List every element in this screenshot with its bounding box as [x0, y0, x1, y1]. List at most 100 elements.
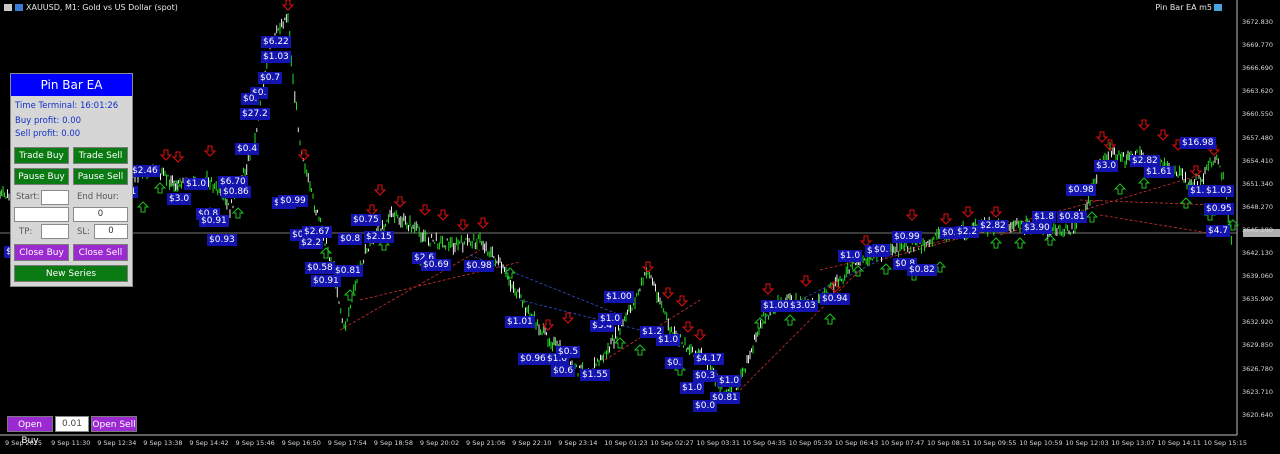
- trade-buy-button[interactable]: Trade Buy: [14, 147, 69, 164]
- time-tick-label: 10 Sep 07:47: [880, 439, 925, 447]
- start-hour-input[interactable]: [41, 190, 69, 205]
- end-hour-label: End Hour:: [77, 192, 120, 202]
- time-tick-label: 9 Sep 2025: [5, 439, 43, 447]
- start-hour-value[interactable]: [14, 207, 69, 222]
- profit-tag: $1.8: [1032, 211, 1057, 223]
- price-tick-label: 3645.190: [1242, 225, 1274, 234]
- time-tick-label: 10 Sep 01:23: [604, 439, 648, 447]
- profit-tag: $0.98: [464, 260, 494, 272]
- profit-tag: $1.0: [680, 382, 705, 394]
- time-tick-label: 10 Sep 15:15: [1203, 439, 1247, 447]
- chart-symbol-title: XAUUSD, M1: Gold vs US Dollar (spot): [26, 3, 178, 12]
- profit-tag: $1.01: [505, 316, 535, 328]
- price-tick-label: 3620.640: [1242, 410, 1274, 419]
- price-tick-label: 3660.550: [1242, 110, 1274, 119]
- time-tick-label: 9 Sep 20:02: [419, 439, 460, 447]
- time-tick-label: 9 Sep 18:58: [373, 439, 414, 447]
- window-title: XAUUSD, M1: Gold vs US Dollar (spot): [4, 3, 178, 12]
- expert-advisor-label[interactable]: Pin Bar EA m5: [1155, 3, 1222, 12]
- profit-tag: $0.7: [258, 72, 283, 84]
- profit-tag: $2.67: [302, 226, 332, 238]
- profit-tag: $1.00: [604, 291, 634, 303]
- buy-profit-label: Buy profit: 0.00: [15, 116, 82, 126]
- tp-label: TP:: [19, 227, 33, 237]
- open-sell-button[interactable]: Open Sell: [91, 416, 137, 432]
- profit-tag: $0.4: [235, 143, 260, 155]
- profit-tag: $2.15: [364, 231, 394, 243]
- panel-header[interactable]: Pin Bar EA: [11, 74, 132, 96]
- ea-panel: Pin Bar EA Time Terminal: 16:01:26 Buy p…: [10, 73, 133, 287]
- open-buy-button[interactable]: Open Buy: [7, 416, 53, 446]
- lot-size-input[interactable]: 0.01: [55, 416, 89, 432]
- profit-tag: $0.6: [551, 365, 576, 377]
- price-tick-label: 3663.620: [1242, 87, 1274, 96]
- time-tick-label: 10 Sep 05:39: [788, 439, 833, 447]
- time-tick-label: 10 Sep 06:43: [834, 439, 879, 447]
- profit-tag: $0.81: [333, 265, 363, 277]
- price-tick-label: 3626.780: [1242, 364, 1274, 373]
- price-tick-label: 3623.710: [1242, 387, 1274, 396]
- time-tick-label: 9 Sep 14:42: [189, 439, 229, 447]
- close-buy-button[interactable]: Close Buy: [14, 244, 69, 261]
- profit-tag: $1.61: [1144, 166, 1174, 178]
- pause-sell-button[interactable]: Pause Sell: [73, 168, 128, 185]
- time-tick-label: 10 Sep 02:27: [650, 439, 694, 447]
- profit-tag: $0.93: [207, 234, 237, 246]
- tp-input[interactable]: [41, 224, 69, 239]
- profit-tag: $0.86: [221, 186, 251, 198]
- profit-tag: $0.81: [1057, 211, 1087, 223]
- time-tick-label: 10 Sep 09:55: [973, 439, 1017, 447]
- profit-tag: $1.03: [261, 51, 291, 63]
- ea-hat-icon: [1214, 4, 1222, 11]
- chart-menu-icon[interactable]: [4, 4, 12, 11]
- price-tick-label: 3669.770: [1242, 41, 1274, 50]
- profit-tag: $6.22: [261, 36, 291, 48]
- time-tick-label: 10 Sep 10:59: [1019, 439, 1063, 447]
- profit-tag: $0.95: [1204, 203, 1234, 215]
- close-sell-button[interactable]: Close Sell: [73, 244, 128, 261]
- price-tick-label: 3635.990: [1242, 295, 1274, 304]
- new-series-button[interactable]: New Series: [14, 265, 128, 282]
- profit-tag: $0.: [872, 244, 891, 256]
- profit-tag: $0.82: [907, 264, 937, 276]
- price-tick-label: 3657.480: [1242, 133, 1274, 142]
- sl-input[interactable]: 0: [94, 224, 128, 239]
- profit-tag: $3.03: [788, 300, 818, 312]
- profit-tag: $0.5: [556, 346, 581, 358]
- trade-sell-button[interactable]: Trade Sell: [73, 147, 128, 164]
- profit-tag: $0.3: [693, 370, 718, 382]
- price-tick-label: 3629.850: [1242, 341, 1274, 350]
- price-tick-label: 3666.690: [1242, 64, 1274, 73]
- profit-tag: $1.55: [580, 369, 610, 381]
- profit-tag: $1.0: [598, 313, 623, 325]
- time-tick-label: 10 Sep 13:07: [1111, 439, 1155, 447]
- price-tick-label: 3639.060: [1242, 272, 1274, 281]
- end-hour-input[interactable]: 0: [73, 207, 128, 222]
- profit-tag: $1.0: [184, 178, 209, 190]
- profit-tag: $2.82: [978, 220, 1008, 232]
- ea-name: Pin Bar EA m5: [1155, 3, 1212, 12]
- profit-tag: $0.: [241, 93, 260, 105]
- pause-buy-button[interactable]: Pause Buy: [14, 168, 69, 185]
- profit-tag: $1.00: [761, 300, 791, 312]
- price-tick-label: 3672.830: [1242, 18, 1274, 26]
- profit-tag: $0.99: [892, 231, 922, 243]
- profit-tag: $3.0: [1094, 160, 1119, 172]
- price-tick-label: 3648.270: [1242, 202, 1274, 211]
- time-tick-label: 10 Sep 08:51: [927, 439, 971, 447]
- chart-type-icon[interactable]: [15, 4, 23, 11]
- profit-tag: $3.0: [167, 193, 192, 205]
- profit-tag: $0.96: [518, 353, 548, 365]
- time-tick-label: 9 Sep 16:50: [281, 439, 321, 447]
- profit-tag: $1.0: [717, 375, 742, 387]
- time-tick-label: 10 Sep 12:03: [1065, 439, 1109, 447]
- profit-tag: $4.7: [1206, 225, 1231, 237]
- sell-profit-label: Sell profit: 0.00: [15, 129, 81, 139]
- profit-tag: $0.75: [351, 214, 381, 226]
- time-tick-label: 9 Sep 11:30: [51, 439, 91, 447]
- profit-tag: $0.8: [338, 233, 363, 245]
- profit-tag: $3.90: [1022, 222, 1052, 234]
- time-tick-label: 9 Sep 17:54: [327, 439, 367, 447]
- price-chart[interactable]: [0, 0, 1280, 454]
- time-tick-label: 9 Sep 12:34: [97, 439, 137, 447]
